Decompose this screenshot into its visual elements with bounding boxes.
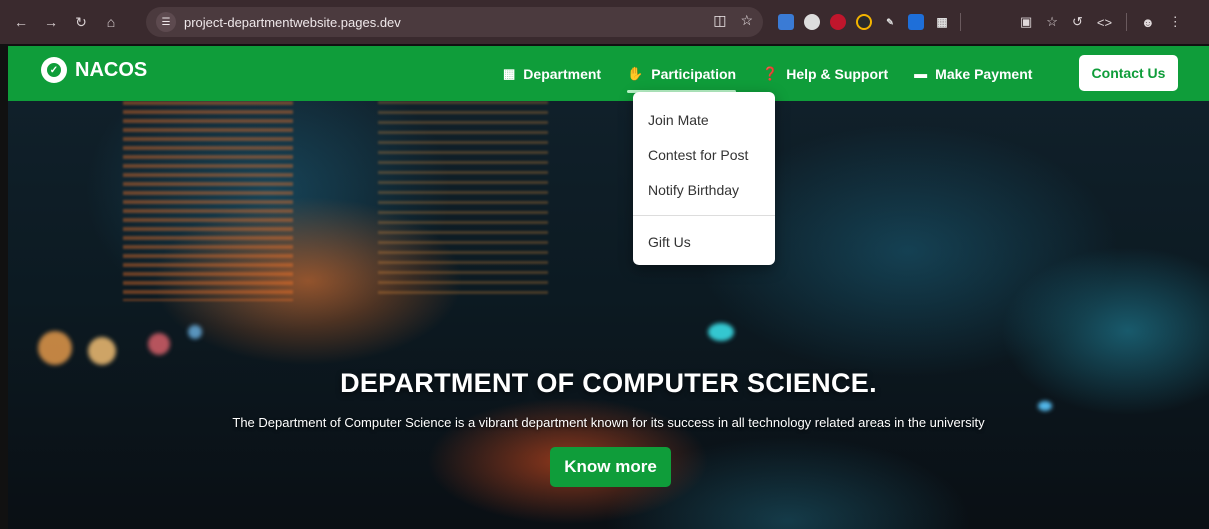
- contact-us-button[interactable]: Contact Us: [1079, 55, 1178, 91]
- hero-background-decor: [378, 101, 548, 301]
- hero-subtitle: The Department of Computer Science is a …: [232, 415, 985, 430]
- history-icon[interactable]: ↺: [1072, 14, 1083, 30]
- eyedropper-icon[interactable]: ✎: [882, 14, 898, 30]
- site-info-icon[interactable]: ☰: [156, 12, 176, 32]
- hero-section: DEPARTMENT OF COMPUTER SCIENCE. The Depa…: [8, 101, 1209, 529]
- menu-icon[interactable]: ⋮: [1169, 14, 1182, 30]
- install-app-icon[interactable]: ◫: [713, 12, 726, 29]
- nav-item-department[interactable]: ▦ Department: [503, 46, 601, 101]
- hero-background-decor: [88, 337, 116, 365]
- nav-label: Make Payment: [935, 65, 1033, 82]
- dropdown-item-join-mate[interactable]: Join Mate: [633, 102, 775, 137]
- wallet-icon: ▬: [914, 66, 928, 81]
- dropdown-item-gift-us[interactable]: Gift Us: [633, 224, 775, 259]
- brand-name: NACOS: [75, 58, 148, 81]
- dropdown-item-contest-for-post[interactable]: Contest for Post: [633, 137, 775, 172]
- brand[interactable]: ✓ NACOS: [41, 57, 147, 83]
- nav-item-help-support[interactable]: ❓ Help & Support: [762, 46, 888, 101]
- participation-dropdown: Join Mate Contest for Post Notify Birthd…: [633, 92, 775, 265]
- know-more-button[interactable]: Know more: [550, 447, 671, 487]
- nav-label: Help & Support: [786, 65, 889, 82]
- dropdown-item-notify-birthday[interactable]: Notify Birthday: [633, 172, 775, 207]
- nav-item-make-payment[interactable]: ▬ Make Payment: [914, 46, 1032, 101]
- hero-background-decor: [188, 325, 202, 339]
- reading-list-icon[interactable]: ▣: [1020, 14, 1032, 30]
- extension-icon[interactable]: [804, 14, 820, 30]
- hero-content: DEPARTMENT OF COMPUTER SCIENCE. The Depa…: [8, 368, 1209, 430]
- hero-background-decor: [148, 333, 170, 355]
- browser-toolbar: ← → ↻ ⌂ ☰ project-departmentwebsite.page…: [0, 0, 1209, 44]
- extension-icon[interactable]: [830, 14, 846, 30]
- toolbar-separator: [1126, 13, 1128, 31]
- extension-icon[interactable]: [908, 14, 924, 30]
- bookmark-star-icon[interactable]: ☆: [740, 12, 753, 29]
- extensions-bar: ✎ ▦: [778, 0, 961, 44]
- nacos-logo-icon: ✓: [41, 57, 67, 83]
- home-icon[interactable]: ⌂: [98, 9, 124, 35]
- site-navbar: ✓ NACOS ▦ Department ✋ Participation ❓ H…: [8, 46, 1209, 101]
- back-icon[interactable]: ←: [8, 9, 34, 35]
- nav-label: Department: [523, 65, 602, 82]
- puzzle-icon[interactable]: ▦: [934, 14, 950, 30]
- toolbar-right: ▣ ☆ ↺ <> ☻ ⋮: [1020, 0, 1182, 44]
- nav-label: Participation: [651, 65, 737, 82]
- url-text: project-departmentwebsite.pages.dev: [184, 14, 401, 30]
- hero-background-decor: [708, 323, 734, 341]
- dropdown-divider: [633, 215, 775, 216]
- devtools-icon[interactable]: <>: [1097, 15, 1112, 30]
- question-circle-icon: ❓: [762, 65, 779, 81]
- handshake-icon: ✋: [627, 65, 644, 81]
- extension-icon[interactable]: [856, 14, 872, 30]
- hero-background-decor: [123, 101, 293, 301]
- forward-icon[interactable]: →: [38, 9, 64, 35]
- profile-avatar-icon[interactable]: ☻: [1141, 15, 1155, 30]
- reload-icon[interactable]: ↻: [68, 9, 94, 35]
- building-icon: ▦: [503, 65, 516, 81]
- extension-icon[interactable]: [778, 14, 794, 30]
- hero-background-decor: [38, 331, 72, 365]
- address-bar[interactable]: ☰ project-departmentwebsite.pages.dev ◫ …: [146, 7, 763, 37]
- toolbar-separator: [960, 13, 961, 31]
- favorites-icon[interactable]: ☆: [1046, 14, 1058, 30]
- hero-title: DEPARTMENT OF COMPUTER SCIENCE.: [340, 368, 877, 398]
